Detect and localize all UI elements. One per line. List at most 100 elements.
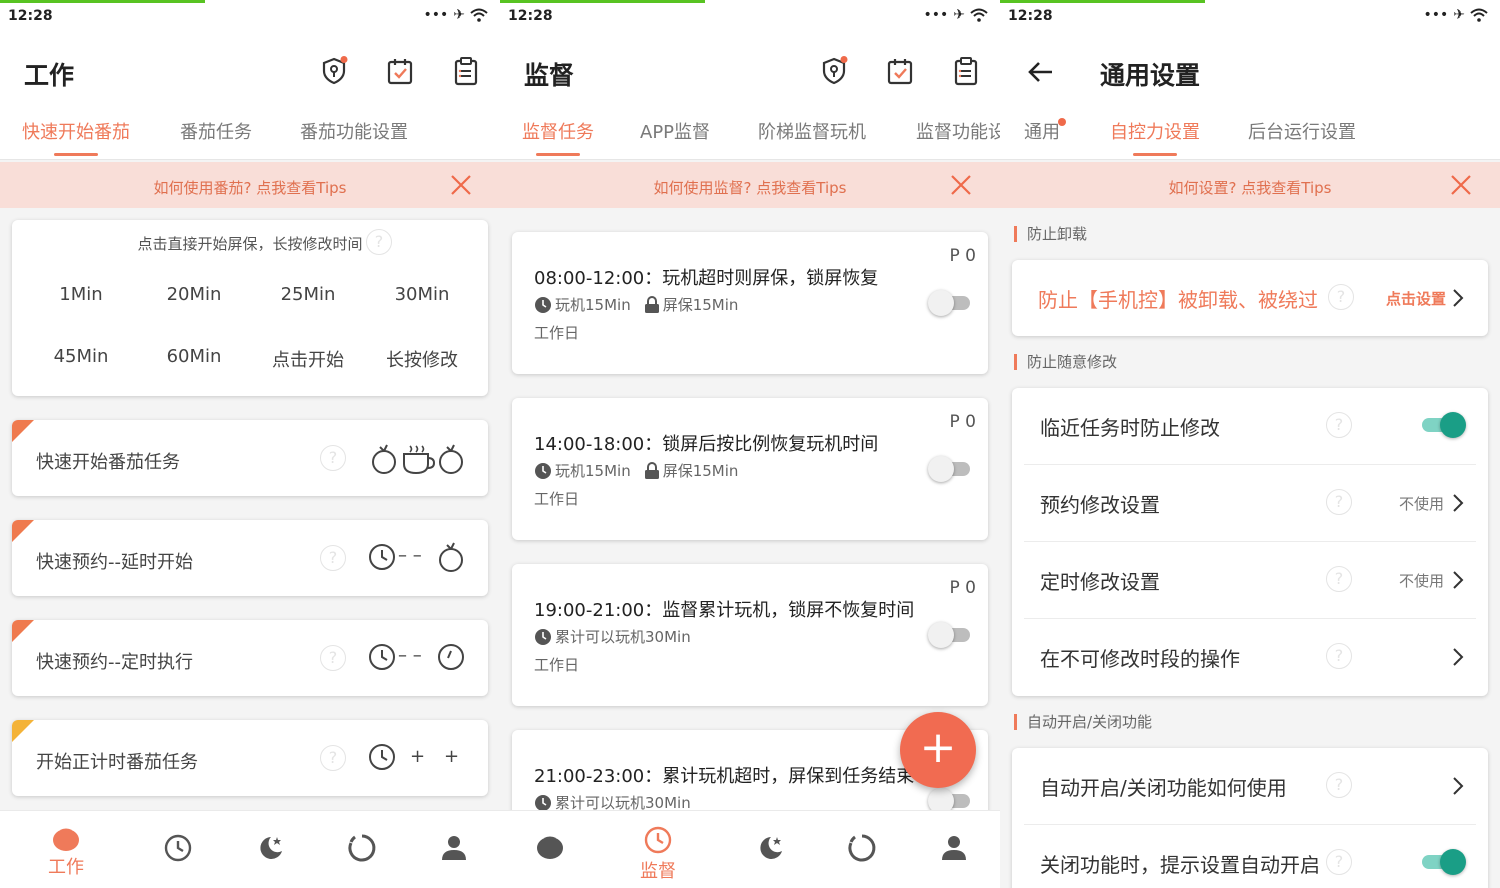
help-icon[interactable]: ? bbox=[1328, 284, 1354, 310]
supervise-task-card[interactable]: P 0 14:00-18:00：锁屏后按比例恢复玩机时间 玩机15Min 屏保1… bbox=[512, 398, 988, 540]
supervise-task-card[interactable]: P 0 19:00-21:00：监督累计玩机，锁屏不恢复时间 累计可以玩机30M… bbox=[512, 564, 988, 706]
tab-app-supervise[interactable]: APP监督 bbox=[640, 118, 710, 144]
list-item[interactable]: 快速开始番茄任务 ? bbox=[12, 420, 488, 496]
list-item[interactable]: 快速预约--延时开始 ? – – bbox=[12, 520, 488, 596]
task-toggle[interactable] bbox=[928, 620, 972, 650]
user-icon bbox=[442, 836, 466, 860]
tab-supervise-tasks[interactable]: 监督任务 bbox=[522, 118, 594, 144]
app-header: 通用设置 通用 自控力设置 后台运行设置 bbox=[1000, 34, 1500, 160]
help-icon[interactable]: ? bbox=[1326, 643, 1352, 669]
shield-key-icon[interactable] bbox=[820, 56, 848, 86]
near-task-toggle[interactable] bbox=[1422, 410, 1468, 440]
tips-banner[interactable]: 如何使用监督? 点我查看Tips bbox=[500, 162, 1000, 208]
back-arrow-icon[interactable] bbox=[1026, 58, 1054, 86]
nav-work[interactable] bbox=[530, 833, 570, 888]
duration-60min[interactable]: 60Min bbox=[139, 346, 249, 367]
setting-label: 自动开启/关闭功能如何使用 bbox=[1040, 776, 1287, 800]
nav-sleep[interactable] bbox=[750, 833, 790, 888]
tips-text[interactable]: 如何使用番茄? 点我查看Tips bbox=[0, 177, 500, 198]
nav-supervise[interactable]: 监督 bbox=[638, 825, 678, 882]
clock-icon bbox=[535, 296, 551, 313]
help-icon[interactable]: ? bbox=[1326, 412, 1352, 438]
tab-tomato-settings[interactable]: 番茄功能设置 bbox=[300, 118, 408, 144]
tips-banner[interactable]: 如何使用番茄? 点我查看Tips bbox=[0, 162, 500, 208]
help-icon[interactable]: ? bbox=[1326, 849, 1352, 875]
shield-key-icon[interactable] bbox=[320, 56, 348, 86]
nav-work[interactable]: 工作 bbox=[46, 825, 86, 881]
click-start-button[interactable]: 点击开始 bbox=[253, 346, 363, 372]
close-icon[interactable] bbox=[1450, 174, 1472, 196]
task-toggle[interactable] bbox=[928, 288, 972, 318]
nav-stats[interactable] bbox=[842, 833, 882, 888]
calendar-check-icon[interactable] bbox=[886, 56, 914, 86]
tab-general[interactable]: 通用 bbox=[1024, 118, 1060, 144]
duration-20min[interactable]: 20Min bbox=[139, 284, 249, 305]
tips-text[interactable]: 如何使用监督? 点我查看Tips bbox=[500, 177, 1000, 198]
tips-banner[interactable]: 如何设置? 点我查看Tips bbox=[1000, 162, 1500, 208]
row-label: 快速预约--定时执行 bbox=[36, 652, 193, 673]
setting-row-locked-action[interactable]: 在不可修改时段的操作 ? bbox=[1012, 619, 1488, 696]
set-link[interactable]: 点击设置 bbox=[1386, 288, 1446, 309]
corner-tag bbox=[12, 420, 34, 442]
setting-row-auto-prompt[interactable]: 关闭功能时，提示设置自动开启 ? bbox=[1012, 825, 1488, 888]
task-toggle[interactable] bbox=[928, 454, 972, 484]
prevent-uninstall-card[interactable]: 防止【手机控】被卸载、被绕过 ? 点击设置 bbox=[1012, 260, 1488, 336]
supervise-task-card[interactable]: P 0 08:00-12:00：玩机超时则屏保，锁屏恢复 玩机15Min 屏保1… bbox=[512, 232, 988, 374]
help-icon[interactable]: ? bbox=[320, 645, 346, 671]
tab-ladder-supervise[interactable]: 阶梯监督玩机 bbox=[758, 118, 866, 144]
screen-limit: 屏保15Min bbox=[662, 296, 739, 314]
task-meta: 玩机15Min 屏保15Min bbox=[534, 460, 738, 481]
help-icon[interactable]: ? bbox=[320, 445, 346, 471]
help-icon[interactable]: ? bbox=[320, 545, 346, 571]
corner-tag bbox=[12, 720, 34, 742]
clipboard-list-icon[interactable] bbox=[452, 56, 480, 86]
help-icon[interactable]: ? bbox=[1326, 489, 1352, 515]
tab-background-run[interactable]: 后台运行设置 bbox=[1248, 118, 1356, 144]
close-icon[interactable] bbox=[950, 174, 972, 196]
status-icons: ••• ✈ bbox=[423, 7, 488, 23]
list-item[interactable]: 快速预约--定时执行 ? – – bbox=[12, 620, 488, 696]
long-press-edit-button[interactable]: 长按修改 bbox=[367, 346, 477, 372]
tab-tomato-tasks[interactable]: 番茄任务 bbox=[180, 118, 252, 144]
corner-tag bbox=[12, 620, 34, 642]
duration-1min[interactable]: 1Min bbox=[26, 284, 136, 305]
tab-supervise-settings[interactable]: 监督功能设置 bbox=[916, 118, 1000, 144]
nav-supervise-label: 监督 bbox=[640, 861, 676, 882]
setting-label: 预约修改设置 bbox=[1040, 493, 1160, 517]
tips-text[interactable]: 如何设置? 点我查看Tips bbox=[1000, 177, 1500, 198]
auto-prompt-toggle[interactable] bbox=[1422, 847, 1468, 877]
status-top-line bbox=[0, 0, 205, 3]
duration-30min[interactable]: 30Min bbox=[367, 284, 477, 305]
nav-profile[interactable] bbox=[434, 833, 474, 888]
nav-sleep[interactable] bbox=[250, 833, 290, 888]
nav-profile[interactable] bbox=[934, 833, 974, 888]
timer-icon bbox=[438, 644, 464, 670]
list-item[interactable]: 开始正计时番茄任务 ? + + bbox=[12, 720, 488, 796]
tab-self-control[interactable]: 自控力设置 bbox=[1110, 118, 1200, 144]
duration-45min[interactable]: 45Min bbox=[26, 346, 136, 367]
nav-stats[interactable] bbox=[342, 833, 382, 888]
setting-row-timed[interactable]: 定时修改设置 ? 不使用 bbox=[1012, 542, 1488, 619]
help-icon[interactable]: ? bbox=[1326, 566, 1352, 592]
help-icon[interactable]: ? bbox=[1326, 772, 1352, 798]
notification-dot bbox=[1058, 118, 1066, 126]
add-task-button[interactable]: + bbox=[900, 712, 976, 788]
duration-25min[interactable]: 25Min bbox=[253, 284, 363, 305]
bottom-nav: 工作 bbox=[0, 810, 500, 888]
status-top-line bbox=[500, 0, 705, 3]
status-bar: 12:28 ••• ✈ bbox=[1000, 0, 1500, 34]
setting-row-auto-howto[interactable]: 自动开启/关闭功能如何使用 ? bbox=[1012, 748, 1488, 824]
help-icon[interactable]: ? bbox=[366, 229, 392, 255]
tab-quick-start[interactable]: 快速开始番茄 bbox=[22, 118, 130, 144]
nav-supervise[interactable] bbox=[158, 833, 198, 888]
close-icon[interactable] bbox=[450, 174, 472, 196]
setting-row-near-task[interactable]: 临近任务时防止修改 ? bbox=[1012, 388, 1488, 464]
clipboard-list-icon[interactable] bbox=[952, 56, 980, 86]
app-header: 工作 快速开始番茄 番茄任务 番茄功能设置 bbox=[0, 34, 500, 160]
calendar-check-icon[interactable] bbox=[386, 56, 414, 86]
play-limit: 玩机15Min bbox=[555, 462, 631, 480]
moon-star-icon bbox=[760, 837, 782, 859]
help-icon[interactable]: ? bbox=[320, 745, 346, 771]
chevron-right-icon bbox=[1453, 571, 1464, 589]
setting-row-reservation[interactable]: 预约修改设置 ? 不使用 bbox=[1012, 465, 1488, 542]
